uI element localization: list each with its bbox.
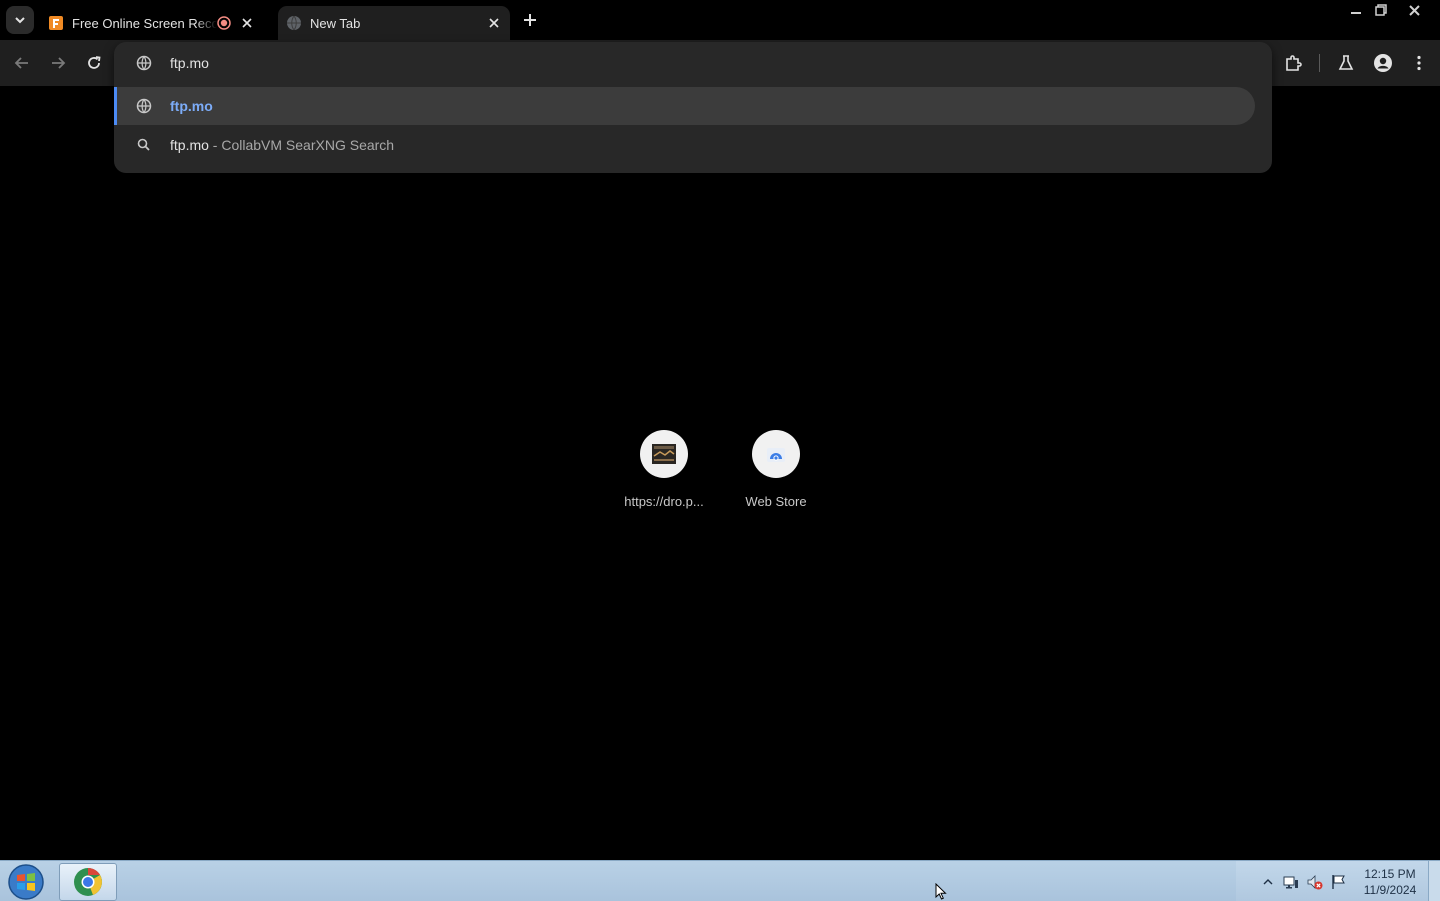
- suggestion-query: ftp.mo: [170, 137, 209, 153]
- shortcut-icon-circle: [640, 430, 688, 478]
- reload-icon: [88, 56, 101, 69]
- globe-icon: [287, 15, 301, 31]
- restore-button[interactable]: [1368, 0, 1394, 20]
- tab-new-tab[interactable]: New Tab: [278, 6, 510, 40]
- selection-accent: [114, 87, 117, 125]
- forward-button[interactable]: [44, 49, 72, 77]
- show-desktop-button[interactable]: [1428, 861, 1440, 901]
- recorder-favicon-icon: [49, 16, 63, 30]
- more-vertical-icon: [1417, 55, 1421, 71]
- omnibox[interactable]: [114, 42, 1272, 84]
- shortcut-tile[interactable]: Web Store: [720, 430, 832, 520]
- volume-muted-icon[interactable]: [1307, 874, 1323, 890]
- minimize-button[interactable]: [1343, 0, 1369, 20]
- extensions-button[interactable]: [1279, 49, 1307, 77]
- labs-button[interactable]: [1332, 49, 1360, 77]
- tab-title: Free Online Screen Recorder: [72, 15, 217, 31]
- shortcut-label: https://dro.p...: [624, 494, 704, 509]
- show-hidden-icons-button[interactable]: [1260, 874, 1276, 890]
- suggestion-engine: - CollabVM SearXNG Search: [208, 137, 395, 153]
- close-icon: [242, 18, 252, 28]
- taskbar: 12:15 PM 11/9/2024: [0, 860, 1440, 901]
- new-tab-button[interactable]: [518, 8, 542, 32]
- recording-indicator-icon: [217, 16, 231, 30]
- flask-icon: [1338, 55, 1354, 70]
- address-input[interactable]: [170, 55, 1170, 71]
- start-button[interactable]: [6, 863, 46, 901]
- tab-title: New Tab: [310, 15, 361, 31]
- web-store-icon: [767, 448, 785, 462]
- globe-icon: [136, 98, 152, 114]
- close-icon: [489, 18, 499, 28]
- reload-button[interactable]: [80, 49, 108, 77]
- omnibox-suggestion-url[interactable]: ftp.mo: [114, 87, 1255, 125]
- chrome-icon: [74, 868, 102, 896]
- minimize-icon: [1351, 12, 1361, 14]
- arrow-right-icon: [52, 57, 66, 69]
- shortcut-icon-circle: [752, 430, 800, 478]
- clock-date: 11/9/2024: [1363, 883, 1417, 897]
- shortcut-label: Web Store: [745, 494, 807, 509]
- tab-close-button[interactable]: [239, 15, 255, 31]
- clock-time: 12:15 PM: [1364, 867, 1416, 881]
- tab-close-button[interactable]: [486, 15, 502, 31]
- omnibox-dropdown: ftp.mo ftp.mo - CollabVM SearXNG Search: [114, 42, 1272, 173]
- mouse-cursor-icon: [935, 883, 947, 900]
- close-icon: [1408, 4, 1420, 16]
- globe-icon: [136, 55, 152, 71]
- site-thumbnail-icon: [652, 444, 676, 464]
- menu-button[interactable]: [1405, 49, 1433, 77]
- search-icon: [137, 138, 150, 151]
- suggestion-text: ftp.mo: [170, 98, 213, 114]
- tab-search-button[interactable]: [6, 6, 34, 34]
- chevron-down-icon: [15, 17, 25, 24]
- profile-icon: [1374, 54, 1392, 72]
- taskbar-clock[interactable]: 12:15 PM 11/9/2024: [1354, 866, 1426, 898]
- arrow-left-icon: [14, 57, 28, 69]
- back-button[interactable]: [8, 49, 36, 77]
- action-center-flag-icon[interactable]: [1331, 874, 1347, 890]
- puzzle-icon: [1286, 55, 1302, 71]
- toolbar-separator: [1319, 54, 1320, 72]
- taskbar-app-chrome[interactable]: [59, 863, 117, 901]
- shortcut-tile[interactable]: https://dro.p...: [608, 430, 720, 520]
- profile-button[interactable]: [1369, 49, 1397, 77]
- omnibox-suggestion-search[interactable]: ftp.mo - CollabVM SearXNG Search: [114, 126, 1272, 164]
- tab-strip: Free Online Screen Recorder New Tab: [0, 0, 1440, 40]
- restore-icon: [1375, 4, 1387, 16]
- network-icon[interactable]: [1283, 874, 1299, 890]
- tab-screen-recorder[interactable]: Free Online Screen Recorder: [40, 6, 270, 40]
- window-close-button[interactable]: [1401, 0, 1427, 20]
- plus-icon: [524, 14, 536, 26]
